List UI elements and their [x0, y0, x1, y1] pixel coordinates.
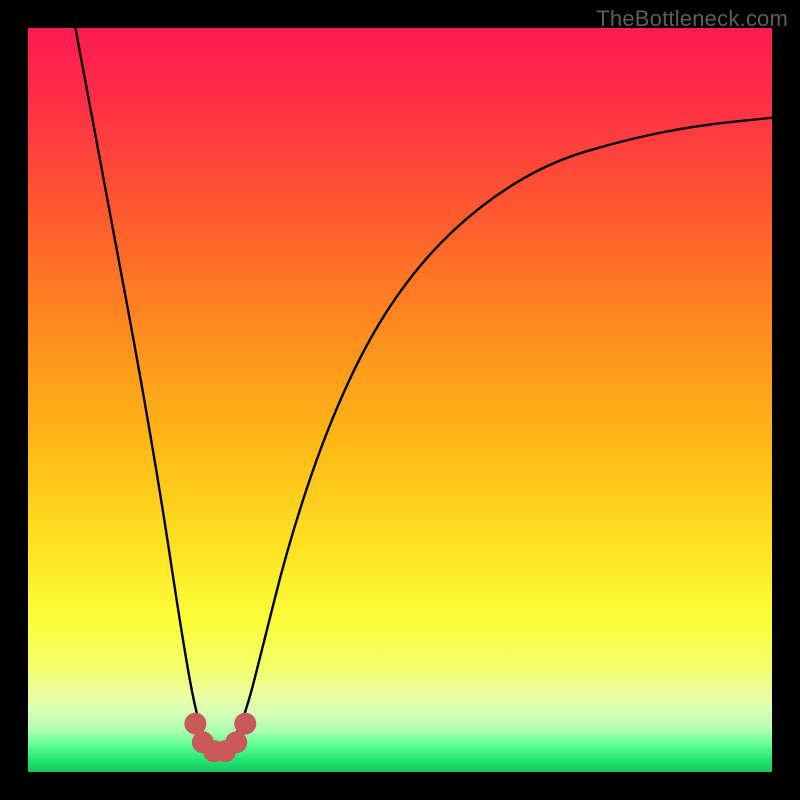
plot-area — [28, 28, 772, 772]
optimal-marker-dot — [234, 713, 256, 735]
optimal-marker — [184, 713, 256, 763]
watermark-text: TheBottleneck.com — [596, 6, 788, 32]
chart-frame: TheBottleneck.com — [0, 0, 800, 800]
bottleneck-curve — [73, 28, 772, 748]
curve-layer — [28, 28, 772, 772]
